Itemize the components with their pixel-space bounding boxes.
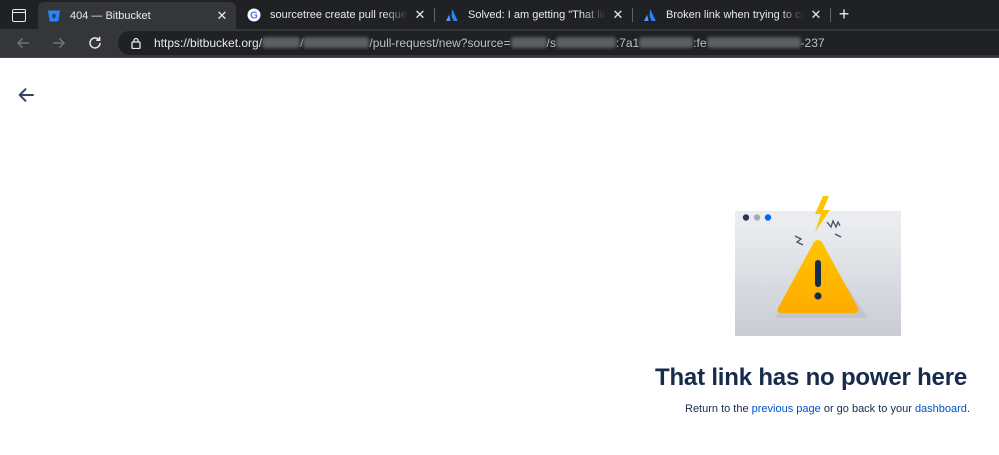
url-redacted bbox=[510, 37, 547, 48]
broken-link-illustration bbox=[735, 196, 901, 336]
url-redacted bbox=[706, 37, 801, 48]
page-title: That link has no power here bbox=[655, 364, 967, 391]
url-text: https://bitbucket.org///pull-request/new… bbox=[154, 36, 825, 50]
page-back-button[interactable] bbox=[16, 85, 36, 105]
tab-close-icon[interactable]: ✕ bbox=[214, 8, 230, 24]
window-dot bbox=[742, 214, 750, 221]
reload-icon bbox=[89, 36, 101, 49]
window-icon bbox=[12, 8, 26, 22]
forward-button[interactable] bbox=[49, 33, 69, 53]
url-part: :fe bbox=[693, 36, 707, 50]
url-part: :7a1 bbox=[615, 36, 640, 50]
window-dot bbox=[753, 214, 761, 221]
window-dot bbox=[764, 214, 772, 221]
url-redacted bbox=[555, 37, 616, 48]
url-redacted bbox=[303, 37, 370, 48]
lock-icon bbox=[131, 37, 141, 49]
new-tab-button[interactable]: + bbox=[835, 5, 853, 23]
address-bar[interactable]: https://bitbucket.org///pull-request/new… bbox=[118, 31, 999, 55]
tab-bitbucket-404[interactable]: 404 — Bitbucket ✕ bbox=[38, 2, 236, 29]
atlassian-icon bbox=[445, 8, 459, 22]
tab-close-icon[interactable]: ✕ bbox=[412, 7, 428, 23]
exclamation-bar bbox=[815, 260, 821, 287]
tab-atlassian-solved[interactable]: Solved: I am getting "That link ha ✕ bbox=[436, 2, 632, 27]
tab-title: sourcetree create pull request Th bbox=[270, 8, 408, 21]
reload-button[interactable] bbox=[85, 33, 105, 53]
description-text: . bbox=[966, 403, 970, 415]
tab-close-icon[interactable]: ✕ bbox=[610, 7, 626, 23]
arrow-left-icon bbox=[18, 88, 34, 102]
tab-title: Solved: I am getting "That link ha bbox=[468, 8, 606, 21]
bitbucket-icon bbox=[47, 9, 61, 23]
tab-actions-button[interactable] bbox=[8, 5, 30, 25]
tab-atlassian-broken-link[interactable]: Broken link when trying to create ✕ bbox=[634, 2, 830, 27]
google-icon: G bbox=[247, 8, 261, 22]
arrow-left-icon bbox=[16, 37, 29, 49]
previous-page-link[interactable]: previous page bbox=[752, 403, 821, 415]
url-part: -237 bbox=[800, 36, 825, 50]
tab-separator bbox=[632, 8, 633, 22]
error-description: Return to the previous page or go back t… bbox=[560, 403, 970, 415]
arrow-right-icon bbox=[53, 37, 66, 49]
tab-close-icon[interactable]: ✕ bbox=[808, 7, 824, 23]
exclamation-dot bbox=[814, 292, 822, 300]
atlassian-icon bbox=[643, 8, 657, 22]
back-button[interactable] bbox=[13, 33, 33, 53]
url-redacted bbox=[639, 37, 694, 48]
svg-text:G: G bbox=[250, 10, 258, 21]
tab-title: Broken link when trying to create bbox=[666, 8, 804, 21]
description-text: Return to the bbox=[685, 403, 752, 415]
tab-title: 404 — Bitbucket bbox=[70, 9, 151, 22]
url-part: /pull-request/new?source= bbox=[369, 36, 511, 50]
tab-strip: 404 — Bitbucket ✕ G sourcetree create pu… bbox=[0, 0, 999, 29]
tab-google-search[interactable]: G sourcetree create pull request Th ✕ bbox=[238, 2, 434, 27]
url-host: https://bitbucket.org/ bbox=[154, 36, 263, 50]
tab-separator bbox=[434, 8, 435, 22]
description-text: or go back to your bbox=[820, 403, 915, 415]
url-part: /s bbox=[546, 36, 556, 50]
browser-toolbar: https://bitbucket.org///pull-request/new… bbox=[0, 29, 999, 58]
dashboard-link[interactable]: dashboard bbox=[915, 403, 967, 415]
tab-separator bbox=[830, 8, 831, 22]
url-redacted bbox=[262, 37, 301, 48]
